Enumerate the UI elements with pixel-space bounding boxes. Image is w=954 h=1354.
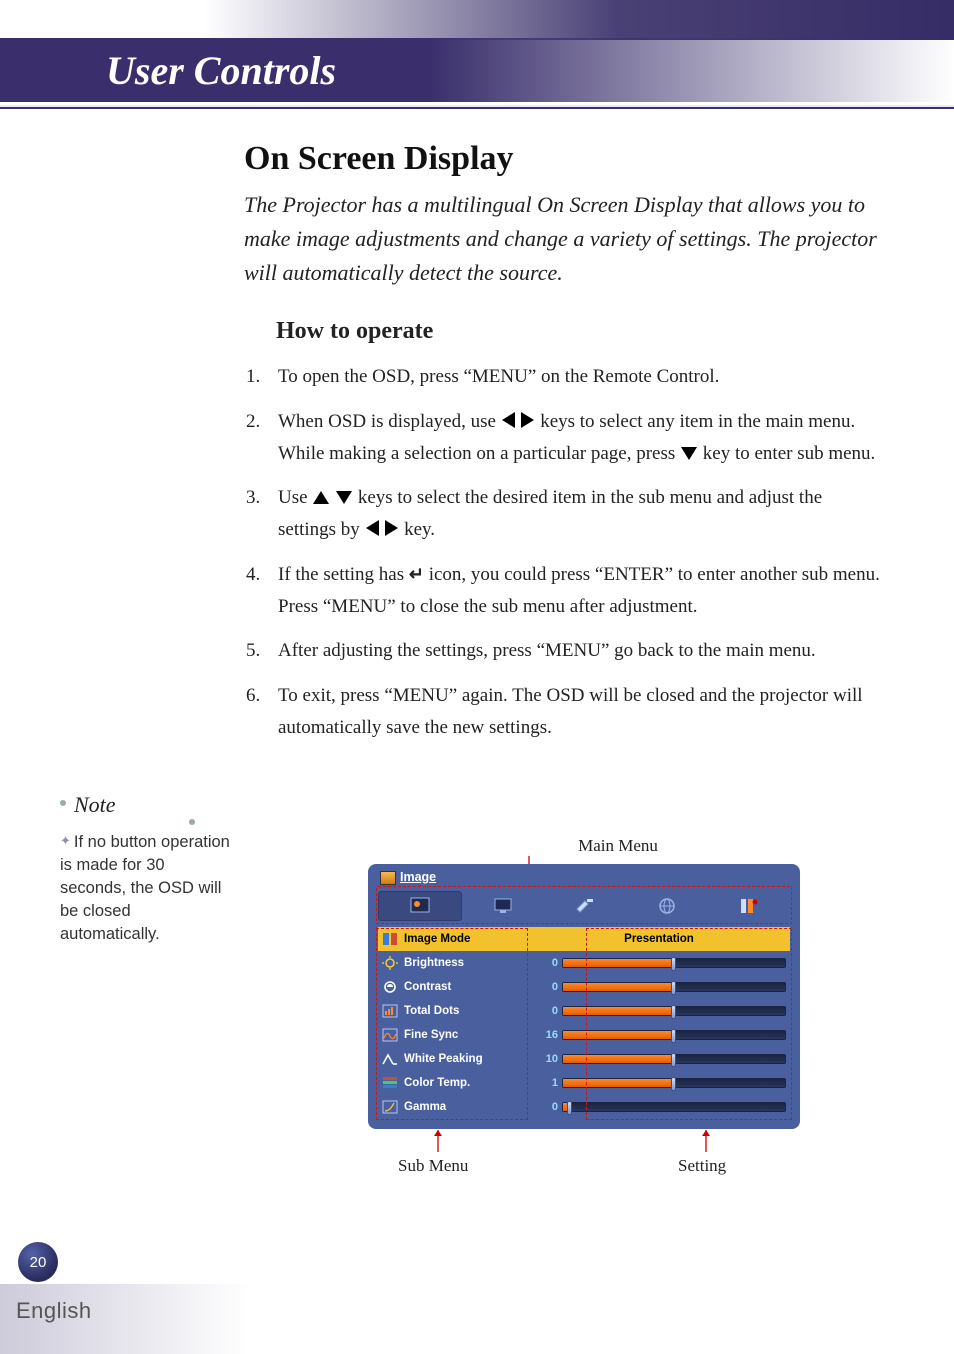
osd-row-value-num: 0 [532, 1005, 558, 1017]
header-gradient [204, 0, 954, 40]
osd-title: Image [372, 868, 796, 887]
step-3: Use keys to select the desired item in t… [244, 482, 884, 547]
page-number-badge: 20 [18, 1242, 58, 1282]
osd-row-slider [562, 1030, 786, 1040]
label-main-menu: Main Menu [428, 836, 808, 856]
info-tab-icon [739, 897, 759, 915]
osd-row-label: Image Mode [404, 933, 532, 945]
osd-tab-info [708, 891, 790, 921]
osd-row-icon [382, 980, 398, 994]
osd-row: Fine Sync16 [378, 1023, 790, 1047]
triangle-down-icon [681, 447, 697, 460]
osd-row-icon [382, 1004, 398, 1018]
step-5: After adjusting the settings, press “MEN… [244, 635, 884, 667]
osd-row-icon [382, 1028, 398, 1042]
osd-row: Contrast0 [378, 975, 790, 999]
triangle-right-icon [521, 412, 534, 428]
step-4: If the setting has ↵ icon, you could pre… [244, 559, 884, 624]
callout-arrow-setting-icon [700, 1130, 712, 1156]
osd-row-icon [382, 1100, 398, 1114]
osd-window: Image Image ModePresentationBrightness0C… [368, 864, 800, 1129]
callout-arrow-submenu-icon [432, 1130, 444, 1156]
note-body: ✦If no button operation is made for 30 s… [60, 831, 230, 946]
screen-tab-icon [493, 897, 513, 915]
osd-row-slider [562, 1006, 786, 1016]
image-tab-icon [410, 897, 430, 915]
osd-row-label: Gamma [404, 1101, 532, 1113]
intro-paragraph: The Projector has a multilingual On Scre… [244, 188, 884, 290]
section-banner: User Controls [0, 38, 954, 102]
banner-rule [0, 105, 954, 109]
step-6: To exit, press “MENU” again. The OSD wil… [244, 680, 884, 745]
osd-row-slider [562, 958, 786, 968]
osd-row-value-text: Presentation [532, 933, 786, 945]
osd-row-icon [382, 1076, 398, 1090]
note-header: Note [60, 790, 230, 821]
section-banner-title: User Controls [106, 47, 336, 94]
osd-row-icon [382, 932, 398, 946]
osd-row-slider [562, 1102, 786, 1112]
triangle-left-icon [366, 520, 379, 536]
language-label: English [16, 1298, 92, 1324]
osd-tabs [372, 887, 796, 927]
osd-row-label: White Peaking [404, 1053, 532, 1065]
osd-row-label: Total Dots [404, 1005, 532, 1017]
osd-row-slider [562, 1054, 786, 1064]
osd-row: White Peaking10 [378, 1047, 790, 1071]
steps-list: To open the OSD, press “MENU” on the Rem… [244, 361, 884, 744]
enter-icon: ↵ [409, 559, 424, 590]
note-bullet-icon: ✦ [60, 833, 71, 848]
osd-row-slider [562, 1078, 786, 1088]
page-heading: On Screen Display [244, 140, 884, 178]
setup-tab-icon [574, 897, 596, 915]
osd-row-label: Color Temp. [404, 1077, 532, 1089]
osd-row-label: Contrast [404, 981, 532, 993]
osd-row-value-num: 0 [532, 1101, 558, 1113]
osd-row-icon [382, 956, 398, 970]
osd-row-label: Brightness [404, 957, 532, 969]
osd-row-value-num: 16 [532, 1029, 558, 1041]
triangle-right-icon [385, 520, 398, 536]
osd-row-icon [382, 1052, 398, 1066]
osd-tab-setup [544, 891, 626, 921]
osd-row: Color Temp.1 [378, 1071, 790, 1095]
label-setting: Setting [678, 1156, 726, 1176]
step-2: When OSD is displayed, use keys to selec… [244, 406, 884, 471]
note-sidebar: Note ✦If no button operation is made for… [60, 790, 230, 946]
osd-row-label: Fine Sync [404, 1029, 532, 1041]
main-content: On Screen Display The Projector has a mu… [244, 140, 884, 756]
osd-row: Brightness0 [378, 951, 790, 975]
osd-row-value-num: 0 [532, 981, 558, 993]
triangle-up-icon [313, 491, 329, 504]
subheading: How to operate [276, 318, 884, 345]
label-sub-menu: Sub Menu [398, 1156, 468, 1176]
osd-tab-screen [462, 891, 544, 921]
osd-body: Image ModePresentationBrightness0Contras… [372, 927, 796, 1119]
osd-row: Total Dots0 [378, 999, 790, 1023]
osd-row-value-num: 10 [532, 1053, 558, 1065]
osd-row: Gamma0 [378, 1095, 790, 1119]
osd-row-value-num: 0 [532, 957, 558, 969]
osd-row: Image ModePresentation [378, 927, 790, 951]
osd-tab-language [626, 891, 708, 921]
triangle-down-icon [336, 491, 352, 504]
triangle-left-icon [502, 412, 515, 428]
osd-tab-image [378, 891, 462, 921]
osd-row-slider [562, 982, 786, 992]
globe-tab-icon [657, 897, 677, 915]
step-1: To open the OSD, press “MENU” on the Rem… [244, 361, 884, 393]
osd-diagram: Main Menu Image Image ModePresenta [368, 836, 808, 1129]
osd-row-value-num: 1 [532, 1077, 558, 1089]
